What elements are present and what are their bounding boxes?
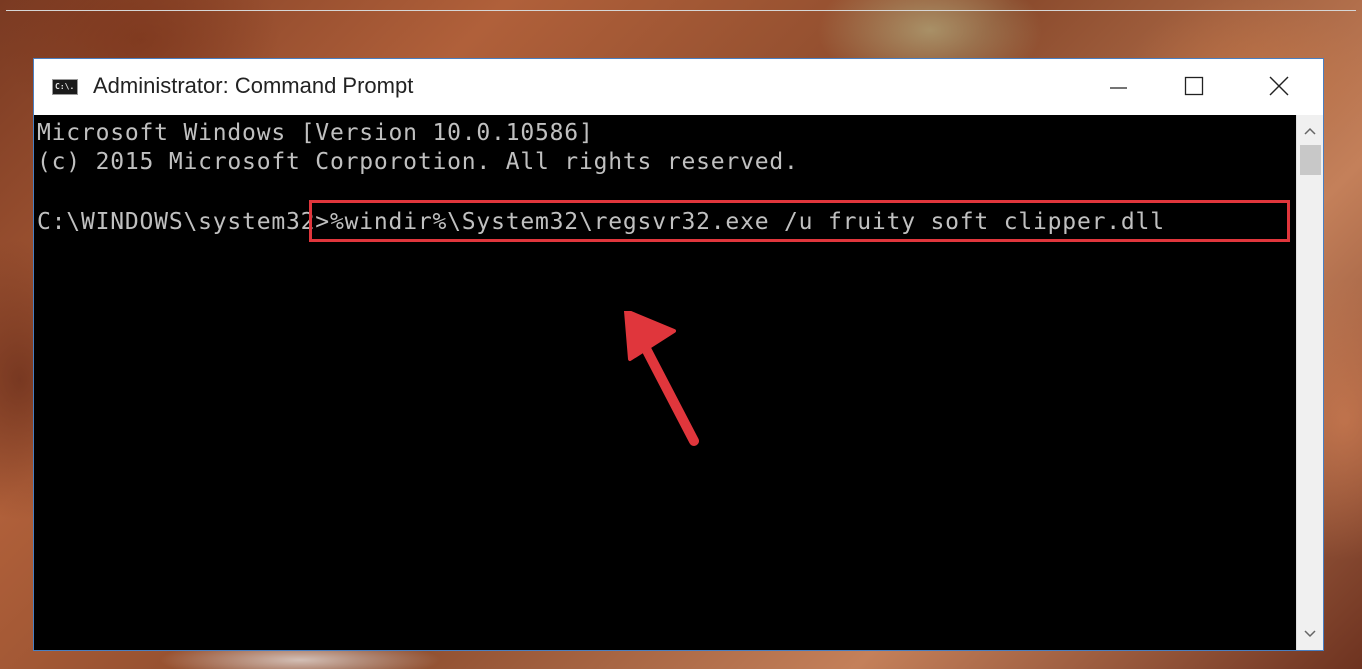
scroll-down-button[interactable] <box>1297 622 1323 646</box>
console-line-version: Microsoft Windows [Version 10.0.10586] <box>37 120 594 146</box>
cmd-app-icon[interactable]: C:\. <box>52 79 78 95</box>
scrollbar-thumb[interactable] <box>1300 145 1321 175</box>
maximize-button[interactable] <box>1153 59 1237 111</box>
command-prompt: C:\WINDOWS\system32> <box>37 209 330 235</box>
chevron-down-icon <box>1304 630 1316 638</box>
red-arrow-icon <box>624 311 699 446</box>
vertical-scrollbar[interactable] <box>1296 115 1323 650</box>
window-title: Administrator: Command Prompt <box>93 73 414 98</box>
minimize-button[interactable] <box>1077 59 1161 111</box>
console-line-copyright: (c) 2015 Microsoft Corporotion. All righ… <box>37 149 799 175</box>
scroll-up-button[interactable] <box>1297 119 1323 143</box>
maximize-icon <box>1184 76 1204 96</box>
close-icon <box>1269 76 1289 96</box>
close-button[interactable] <box>1239 59 1323 111</box>
minimize-icon <box>1110 87 1127 89</box>
chevron-up-icon <box>1304 127 1316 135</box>
command-prompt-window: C:\. Administrator: Command Prompt Micro… <box>33 58 1324 651</box>
command-highlight-box <box>309 200 1290 242</box>
console-output[interactable]: Microsoft Windows [Version 10.0.10586] (… <box>34 115 1296 650</box>
title-bar[interactable]: C:\. Administrator: Command Prompt <box>34 59 1323 115</box>
